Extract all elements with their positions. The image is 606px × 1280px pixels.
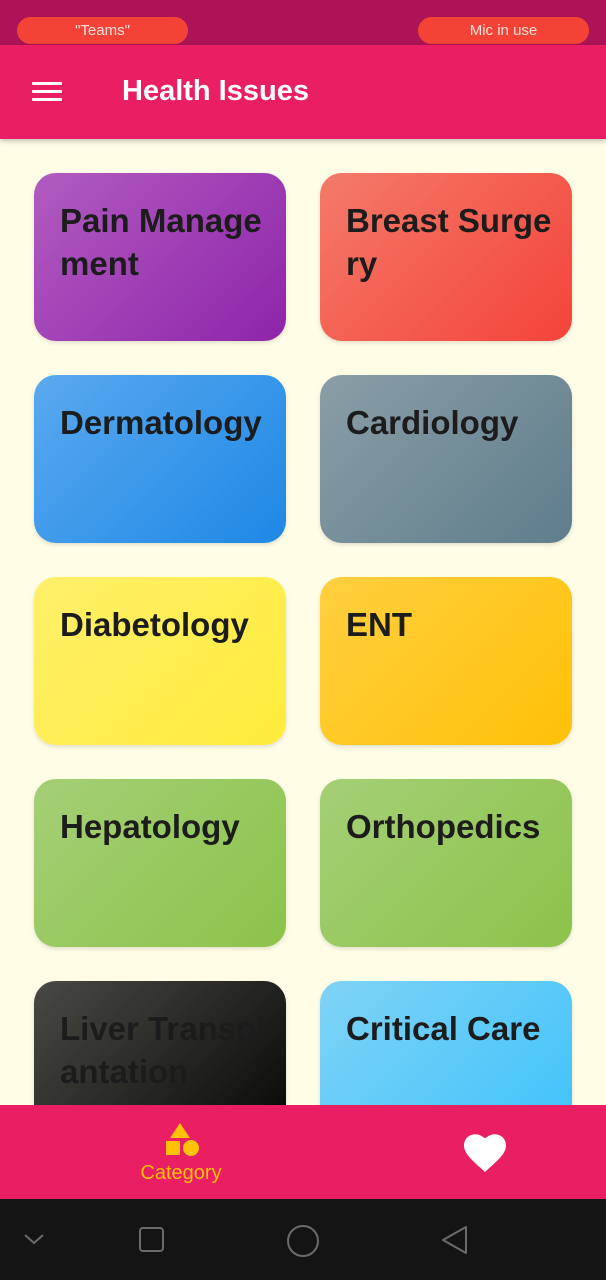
shapes-icon [166, 1123, 199, 1156]
square-recents-icon[interactable] [138, 1226, 166, 1254]
page-title: Health Issues [122, 75, 309, 107]
system-navigation-bar [0, 1199, 606, 1280]
category-card[interactable]: Liver Transplantation [34, 981, 286, 1105]
circle-home-icon[interactable] [286, 1224, 320, 1258]
triangle-back-icon[interactable] [440, 1224, 470, 1256]
category-tab-label: Category [140, 1162, 222, 1184]
category-card-label: Critical Care [346, 1010, 541, 1047]
category-card[interactable]: Hepatology [34, 779, 286, 947]
chevron-down-icon[interactable] [22, 1231, 46, 1247]
category-card-label: Diabetology [60, 606, 249, 643]
hamburger-menu-icon[interactable] [24, 70, 70, 114]
category-card[interactable]: Pain Management [34, 173, 286, 341]
teams-indicator-pill[interactable]: "Teams" [17, 17, 188, 44]
app-bar: Health Issues [0, 45, 606, 139]
category-card[interactable]: Cardiology [320, 375, 572, 543]
category-tab[interactable]: Category [120, 1105, 242, 1199]
category-card-label: Pain Management [60, 202, 262, 282]
category-card-label: ENT [346, 606, 412, 643]
bottom-navigation: Category [0, 1105, 606, 1199]
category-card[interactable]: Diabetology [34, 577, 286, 745]
category-card-label: Dermatology [60, 404, 262, 441]
category-card-label: Orthopedics [346, 808, 541, 845]
category-card[interactable]: Critical Care [320, 981, 572, 1105]
category-card[interactable]: Dermatology [34, 375, 286, 543]
category-card-label: Cardiology [346, 404, 519, 441]
category-card-label: Breast Surgery [346, 202, 552, 282]
heart-icon[interactable] [455, 1125, 515, 1185]
category-card-label: Hepatology [60, 808, 240, 845]
mic-in-use-pill[interactable]: Mic in use [418, 17, 589, 44]
category-card[interactable]: ENT [320, 577, 572, 745]
category-card[interactable]: Orthopedics [320, 779, 572, 947]
category-grid: Pain Management Breast Surgery Dermatolo… [0, 139, 606, 1105]
category-card[interactable]: Breast Surgery [320, 173, 572, 341]
status-bar: "Teams" Mic in use [0, 0, 606, 45]
category-card-label: Liver Transplantation [60, 1010, 266, 1090]
